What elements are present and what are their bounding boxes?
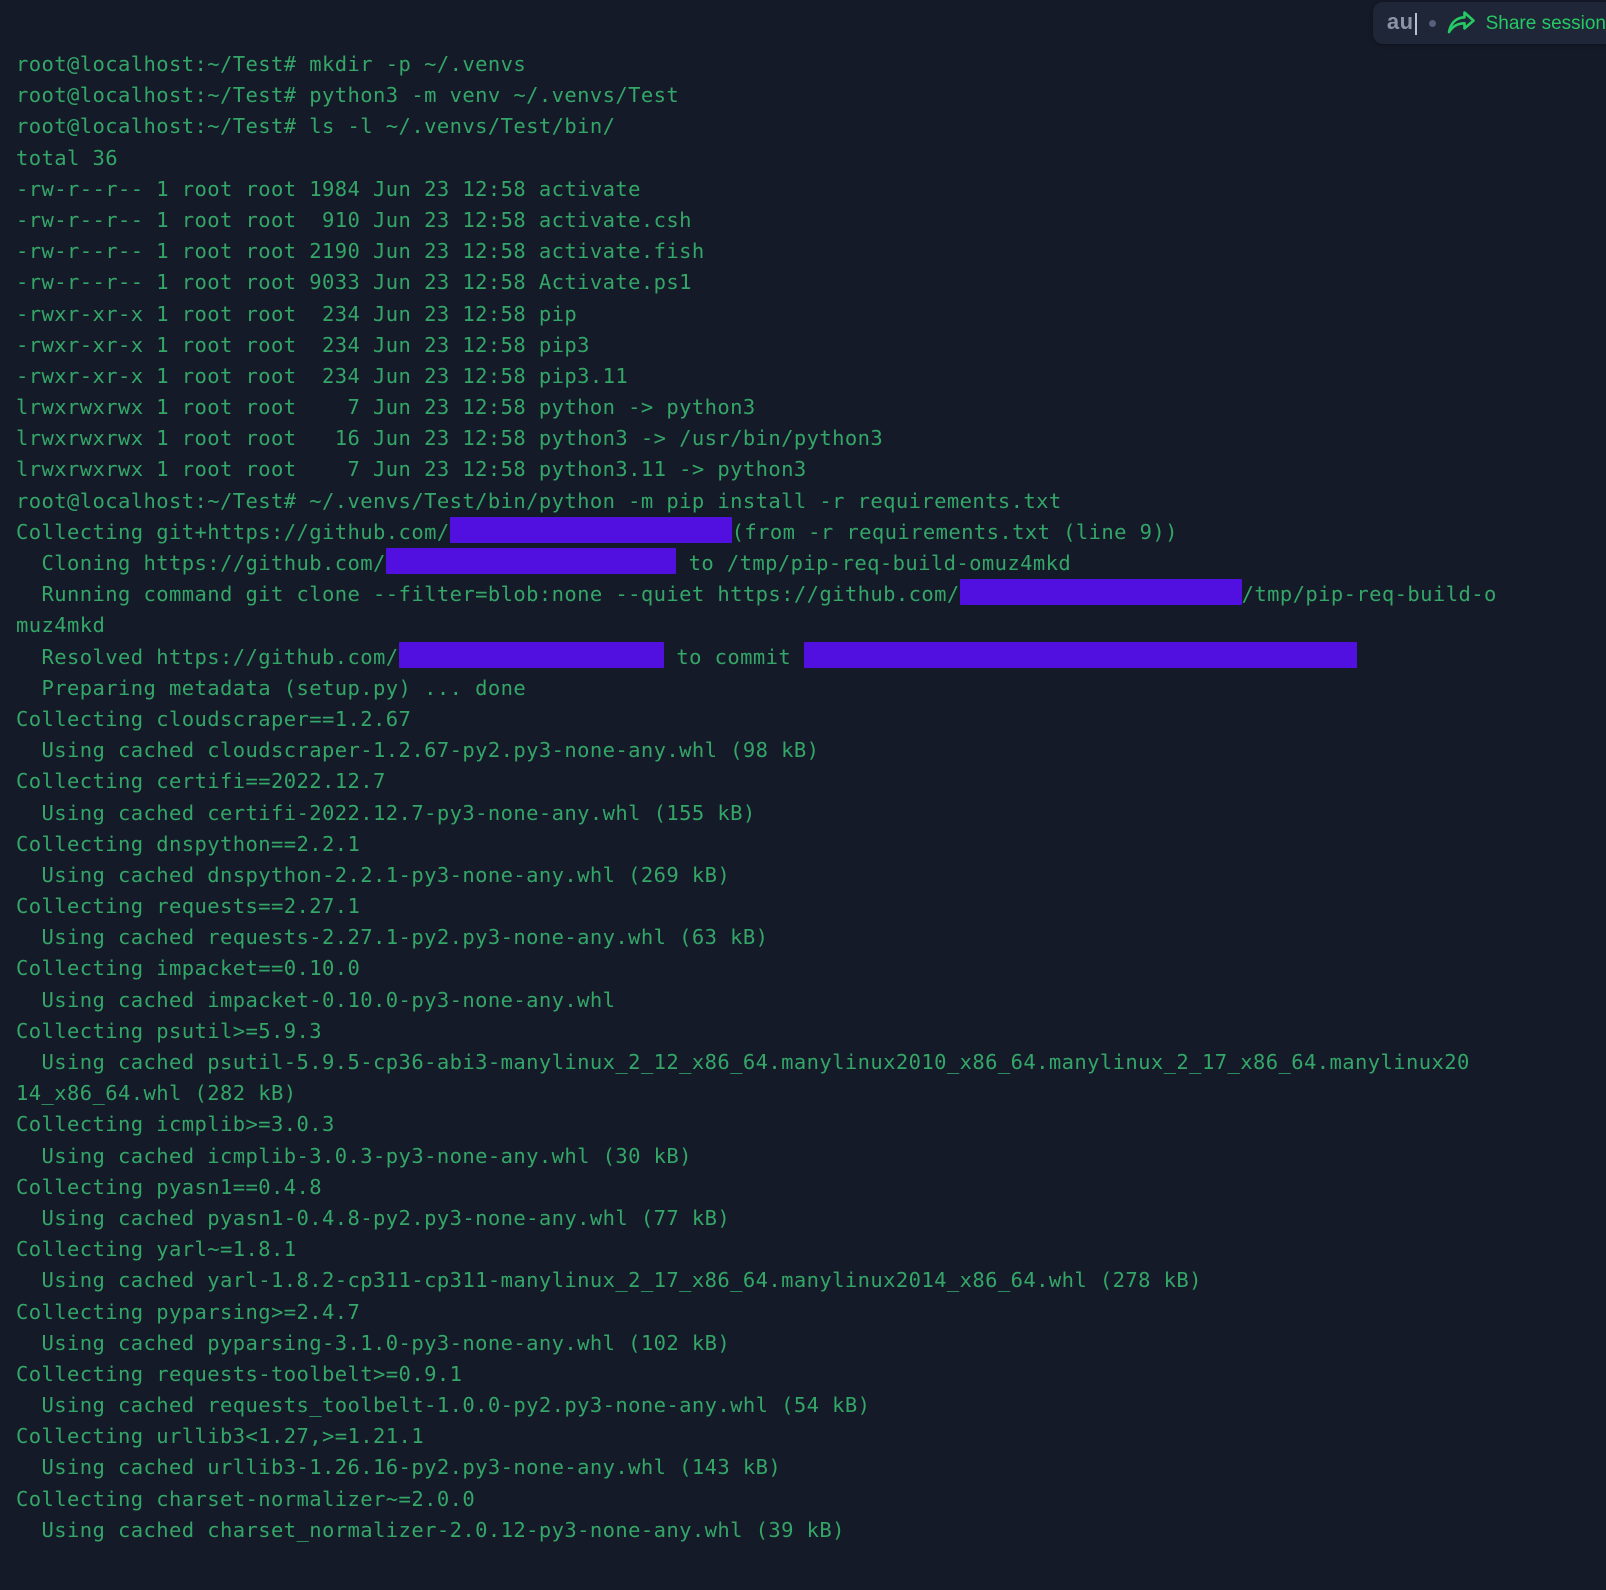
terminal-line: -rw-r--r-- 1 root root 910 Jun 23 12:58 … bbox=[16, 205, 1606, 236]
terminal-line: Using cached charset_normalizer-2.0.12-p… bbox=[16, 1515, 1606, 1546]
terminal-line: Collecting dnspython==2.2.1 bbox=[16, 829, 1606, 860]
terminal-line: Collecting pyparsing>=2.4.7 bbox=[16, 1297, 1606, 1328]
terminal-line: root@localhost:~/Test# ls -l ~/.venvs/Te… bbox=[16, 111, 1606, 142]
terminal-line: root@localhost:~/Test# ~/.venvs/Test/bin… bbox=[16, 486, 1606, 517]
terminal-line: Using cached psutil-5.9.5-cp36-abi3-many… bbox=[16, 1047, 1606, 1078]
terminal-line: -rw-r--r-- 1 root root 1984 Jun 23 12:58… bbox=[16, 174, 1606, 205]
status-dot-icon bbox=[1429, 20, 1436, 27]
terminal-line: total 36 bbox=[16, 143, 1606, 174]
terminal-line: Collecting git+https://github.com/ (from… bbox=[16, 517, 1606, 548]
terminal-line-text: to commit bbox=[664, 645, 804, 669]
terminal-line: Using cached impacket-0.10.0-py3-none-an… bbox=[16, 985, 1606, 1016]
terminal-line-text: (from -r requirements.txt (line 9)) bbox=[732, 520, 1178, 544]
terminal-line-text: Cloning https://github.com/ bbox=[16, 551, 386, 575]
terminal-line: Using cached dnspython-2.2.1-py3-none-an… bbox=[16, 860, 1606, 891]
redacted-text-block bbox=[386, 548, 676, 574]
terminal-line: Using cached yarl-1.8.2-cp311-cp311-many… bbox=[16, 1265, 1606, 1296]
terminal-line: Collecting requests-toolbelt>=0.9.1 bbox=[16, 1359, 1606, 1390]
terminal-line: Running command git clone --filter=blob:… bbox=[16, 579, 1606, 610]
terminal-line-text: Collecting git+https://github.com/ bbox=[16, 520, 450, 544]
terminal-line-text: Resolved https://github.com/ bbox=[16, 645, 399, 669]
session-name-input[interactable]: au bbox=[1387, 11, 1417, 34]
terminal-line: lrwxrwxrwx 1 root root 16 Jun 23 12:58 p… bbox=[16, 423, 1606, 454]
terminal-line: Using cached certifi-2022.12.7-py3-none-… bbox=[16, 798, 1606, 829]
terminal-line-text: to /tmp/pip-req-build-omuz4mkd bbox=[676, 551, 1071, 575]
terminal-line: Collecting cloudscraper==1.2.67 bbox=[16, 704, 1606, 735]
terminal-line: Collecting impacket==0.10.0 bbox=[16, 953, 1606, 984]
terminal-line: Using cached requests_toolbelt-1.0.0-py2… bbox=[16, 1390, 1606, 1421]
terminal-line-text: Running command git clone --filter=blob:… bbox=[16, 582, 960, 606]
terminal-line: Collecting requests==2.27.1 bbox=[16, 891, 1606, 922]
terminal-line: -rwxr-xr-x 1 root root 234 Jun 23 12:58 … bbox=[16, 361, 1606, 392]
terminal-line: Collecting icmplib>=3.0.3 bbox=[16, 1109, 1606, 1140]
terminal-line: -rwxr-xr-x 1 root root 234 Jun 23 12:58 … bbox=[16, 299, 1606, 330]
share-arrow-icon[interactable] bbox=[1446, 10, 1476, 36]
terminal-line: -rwxr-xr-x 1 root root 234 Jun 23 12:58 … bbox=[16, 330, 1606, 361]
terminal-line: Cloning https://github.com/ to /tmp/pip-… bbox=[16, 548, 1606, 579]
terminal-line: Using cached pyasn1-0.4.8-py2.py3-none-a… bbox=[16, 1203, 1606, 1234]
terminal-line: Using cached cloudscraper-1.2.67-py2.py3… bbox=[16, 735, 1606, 766]
terminal-line: Collecting certifi==2022.12.7 bbox=[16, 766, 1606, 797]
terminal-line: Collecting urllib3<1.27,>=1.21.1 bbox=[16, 1421, 1606, 1452]
terminal-line: root@localhost:~/Test# mkdir -p ~/.venvs bbox=[16, 49, 1606, 80]
redacted-text-block bbox=[450, 517, 732, 543]
text-caret bbox=[1415, 13, 1417, 35]
terminal-line: -rw-r--r-- 1 root root 2190 Jun 23 12:58… bbox=[16, 236, 1606, 267]
terminal-line: Using cached icmplib-3.0.3-py3-none-any.… bbox=[16, 1141, 1606, 1172]
session-name-value: au bbox=[1387, 9, 1414, 34]
terminal-line: lrwxrwxrwx 1 root root 7 Jun 23 12:58 py… bbox=[16, 392, 1606, 423]
terminal-line: root@localhost:~/Test# python3 -m venv ~… bbox=[16, 80, 1606, 111]
share-session-label: Share session bbox=[1486, 14, 1606, 33]
terminal-line: Preparing metadata (setup.py) ... done bbox=[16, 673, 1606, 704]
terminal-line: muz4mkd bbox=[16, 610, 1606, 641]
terminal-line: Using cached urllib3-1.26.16-py2.py3-non… bbox=[16, 1452, 1606, 1483]
terminal-line: Collecting psutil>=5.9.3 bbox=[16, 1016, 1606, 1047]
redacted-text-block bbox=[399, 642, 664, 668]
terminal-line: Using cached pyparsing-3.1.0-py3-none-an… bbox=[16, 1328, 1606, 1359]
terminal-line: Resolved https://github.com/ to commit bbox=[16, 642, 1606, 673]
terminal-line: Using cached requests-2.27.1-py2.py3-non… bbox=[16, 922, 1606, 953]
terminal-line: Collecting pyasn1==0.4.8 bbox=[16, 1172, 1606, 1203]
terminal-line-text: /tmp/pip-req-build-o bbox=[1242, 582, 1497, 606]
terminal-line: -rw-r--r-- 1 root root 9033 Jun 23 12:58… bbox=[16, 267, 1606, 298]
share-session-bar[interactable]: au Share session bbox=[1373, 2, 1606, 44]
terminal-line: 14_x86_64.whl (282 kB) bbox=[16, 1078, 1606, 1109]
redacted-text-block bbox=[960, 579, 1242, 605]
terminal-output[interactable]: root@localhost:~/Test# mkdir -p ~/.venvs… bbox=[0, 0, 1606, 1590]
terminal-line: Collecting yarl~=1.8.1 bbox=[16, 1234, 1606, 1265]
redacted-commit-hash bbox=[804, 642, 1357, 668]
terminal-line: Collecting charset-normalizer~=2.0.0 bbox=[16, 1484, 1606, 1515]
terminal-line: lrwxrwxrwx 1 root root 7 Jun 23 12:58 py… bbox=[16, 454, 1606, 485]
